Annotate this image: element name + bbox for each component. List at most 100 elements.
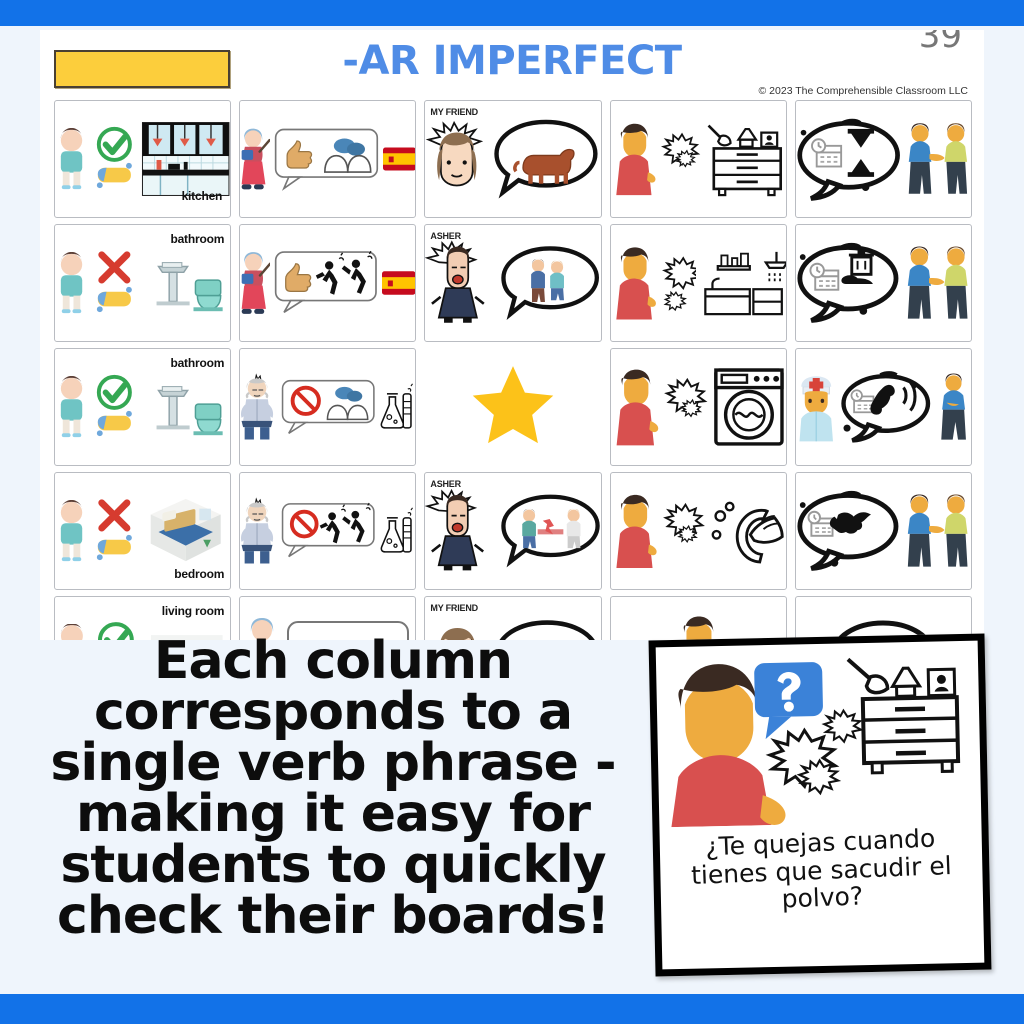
caption-line-6: check their boards! bbox=[57, 885, 610, 946]
spain-flag-icon bbox=[381, 271, 416, 295]
dust-icon bbox=[661, 132, 701, 168]
copyright-notice: © 2023 The Comprehensible Classroom LLC bbox=[758, 85, 968, 97]
page-number: 39 bbox=[918, 30, 962, 56]
bingo-cell-r3c5[interactable] bbox=[794, 348, 972, 466]
caption-line-5: students to quickly bbox=[60, 834, 606, 895]
speech-bubble-icon bbox=[275, 250, 378, 313]
bingo-cell-r2c2[interactable] bbox=[239, 224, 417, 342]
sponge-icon bbox=[96, 286, 132, 313]
washing-machine-icon bbox=[714, 368, 784, 446]
bingo-cell-r4c5[interactable] bbox=[794, 472, 972, 590]
sponge-icon bbox=[96, 162, 132, 189]
bingo-cell-r3c4[interactable] bbox=[609, 348, 787, 466]
speech-bubble-icon bbox=[274, 128, 378, 191]
speech-bubble-icon bbox=[282, 502, 376, 558]
green-check-icon bbox=[96, 374, 132, 437]
dust-icon bbox=[664, 377, 708, 418]
cell-label-living-room: living room bbox=[161, 604, 225, 618]
sample-card-artwork bbox=[656, 641, 982, 833]
star-icon bbox=[472, 366, 554, 444]
caption-line-1: Each column bbox=[153, 631, 513, 691]
boy-icon bbox=[60, 500, 83, 562]
shouting-person-icon bbox=[425, 240, 486, 323]
speech-bubble-icon bbox=[494, 119, 598, 199]
bingo-cell-r3c1[interactable]: bathroom bbox=[54, 348, 232, 466]
bingo-cell-r3c2[interactable] bbox=[239, 348, 417, 466]
speech-bubble-icon bbox=[501, 246, 600, 321]
red-x-icon bbox=[96, 251, 132, 313]
bingo-cell-r4c1[interactable]: bedroom bbox=[54, 472, 232, 590]
person-icon bbox=[941, 373, 966, 440]
person-question-icon bbox=[615, 247, 656, 320]
bingo-cell-r2c3[interactable]: ASHER bbox=[424, 224, 602, 342]
sponge-icon bbox=[96, 410, 132, 437]
person-question-icon bbox=[683, 616, 714, 640]
doctor-icon bbox=[799, 376, 833, 442]
teacher-icon bbox=[241, 252, 271, 314]
sample-card-text: ¿Te quejas cuando tienes que sacudir el … bbox=[659, 823, 984, 918]
bingo-cell-r4c3[interactable]: ASHER bbox=[424, 472, 602, 590]
cell-label-bathroom: bathroom bbox=[170, 232, 225, 246]
person-question-icon bbox=[615, 123, 656, 196]
spain-flag-icon bbox=[382, 147, 416, 171]
sponge-icon bbox=[96, 534, 132, 561]
girl-icon bbox=[426, 120, 484, 187]
bingo-cell-r1c1[interactable]: kitchen bbox=[54, 100, 232, 218]
bingo-cell-r2c1[interactable]: bathroom bbox=[54, 224, 232, 342]
top-blue-bar bbox=[0, 0, 1024, 26]
cell-label-my-friend: MY FRIEND bbox=[430, 603, 478, 613]
bingo-cell-r1c2[interactable] bbox=[239, 100, 417, 218]
caption-line-4: making it easy for bbox=[75, 783, 591, 844]
bingo-cell-free-space[interactable] bbox=[424, 348, 602, 464]
dust-icon bbox=[662, 502, 705, 544]
boy-icon bbox=[60, 128, 83, 190]
bingo-cell-r5c4[interactable] bbox=[609, 596, 787, 640]
two-people-talking-icon bbox=[907, 246, 968, 319]
bingo-cell-r1c4[interactable] bbox=[609, 100, 787, 218]
person-question-icon bbox=[616, 494, 657, 569]
green-check-icon bbox=[96, 126, 132, 189]
shower-sink-icon bbox=[704, 251, 786, 316]
caption-line-3: single verb phrase - bbox=[50, 732, 616, 793]
speech-bubble-icon bbox=[500, 494, 600, 568]
page-title: -AR IMPERFECT bbox=[342, 38, 682, 84]
bingo-cell-r4c2[interactable] bbox=[239, 472, 417, 590]
cell-label-kitchen: kitchen bbox=[181, 189, 223, 203]
bingo-cell-r1c5[interactable] bbox=[794, 100, 972, 218]
bingo-cell-r1c3[interactable]: MY FRIEND bbox=[424, 100, 602, 218]
cell-label-my-friend: MY FRIEND bbox=[430, 107, 478, 117]
bathroom-icon bbox=[156, 386, 223, 436]
bingo-cell-r2c4[interactable] bbox=[609, 224, 787, 342]
two-people-talking-icon bbox=[907, 494, 968, 567]
speech-bubble-icon bbox=[841, 371, 931, 443]
dust-icon bbox=[661, 256, 697, 312]
science-flask-icon bbox=[380, 383, 413, 429]
bathroom-icon bbox=[156, 262, 223, 312]
worksheet-sheet: -AR IMPERFECT 39 © 2023 The Comprehensib… bbox=[40, 30, 984, 640]
cell-label-bathroom: bathroom bbox=[170, 356, 225, 370]
angry-teacher-icon bbox=[241, 373, 274, 440]
kitchen-icon bbox=[141, 122, 230, 196]
dresser-duster-icon bbox=[707, 124, 782, 197]
teacher-icon bbox=[241, 128, 270, 190]
cell-label-bedroom: bedroom bbox=[174, 567, 225, 581]
dresser-duster-icon bbox=[846, 657, 961, 775]
caption-text: Each column corresponds to a single verb… bbox=[48, 631, 618, 946]
science-flask-icon bbox=[380, 507, 413, 553]
hand-washing-icon bbox=[711, 501, 784, 564]
person-question-icon bbox=[616, 369, 658, 446]
speech-bubble-icon bbox=[797, 242, 899, 323]
cell-label-asher: ASHER bbox=[430, 479, 461, 489]
boy-icon bbox=[60, 252, 83, 314]
shouting-person-icon bbox=[425, 488, 485, 571]
speech-bubble-icon bbox=[282, 379, 376, 434]
bottom-blue-bar bbox=[0, 994, 1024, 1024]
sample-bingo-card[interactable]: ¿Te quejas cuando tienes que sacudir el … bbox=[648, 633, 992, 977]
cell-label-asher: ASHER bbox=[430, 231, 461, 241]
red-x-icon bbox=[96, 499, 132, 561]
bingo-cell-r2c5[interactable] bbox=[794, 224, 972, 342]
two-people-talking-icon bbox=[908, 123, 968, 194]
bingo-cell-r4c4[interactable] bbox=[609, 472, 787, 590]
bingo-grid: kitchen MY FRIEND bathroom ASHER bathroo… bbox=[54, 100, 972, 640]
boy-icon bbox=[60, 376, 83, 438]
